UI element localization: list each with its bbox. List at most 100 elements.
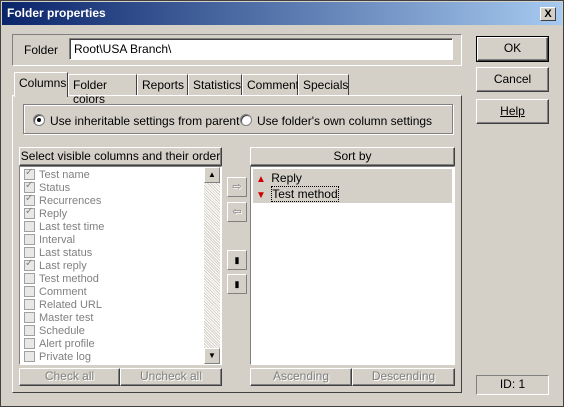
tab-specials[interactable]: Specials — [298, 74, 349, 95]
tab-specials-label: Specials — [303, 78, 349, 92]
sort-by-header: Sort by — [250, 147, 455, 166]
ascending-button: Ascending — [250, 368, 352, 386]
column-item[interactable]: Interval — [24, 234, 75, 247]
move-up-button[interactable]: ▮ — [227, 250, 247, 270]
column-item-label: Master test — [39, 312, 94, 324]
column-checkbox[interactable] — [24, 258, 35, 271]
ok-button-label: OK — [503, 41, 522, 55]
sort-ascending-icon: ▲ — [256, 174, 266, 185]
tab-reports-label: Reports — [142, 78, 185, 92]
folder-properties-dialog: Folder properties X Folder Root\USA Bran… — [0, 0, 564, 407]
column-item[interactable]: Last reply — [24, 258, 87, 273]
scroll-up-button[interactable]: ▲ — [204, 167, 220, 183]
arrow-left-icon: ⇦ — [232, 206, 242, 218]
column-checkbox[interactable] — [24, 286, 35, 297]
scroll-down-button[interactable]: ▼ — [204, 348, 220, 364]
tab-columns[interactable]: Columns — [14, 72, 68, 97]
inherit-settings-label[interactable]: Use inheritable settings from parent — [50, 114, 239, 128]
column-item-label: Recurrences — [39, 195, 102, 207]
uncheck-all-label: Uncheck all — [139, 369, 203, 383]
window-title: Folder properties — [7, 6, 106, 20]
tab-comment-label: Comment — [247, 78, 300, 92]
column-item-label: Interval — [39, 234, 76, 246]
check-all-label: Check all — [44, 369, 95, 383]
column-item-label: Last status — [39, 247, 93, 259]
column-item-label: Private log — [39, 351, 91, 363]
column-checkbox[interactable] — [24, 299, 35, 310]
column-checkbox[interactable] — [24, 338, 35, 349]
uncheck-all-button: Uncheck all — [120, 368, 222, 386]
ok-button[interactable]: OK — [476, 36, 549, 62]
visible-columns-header-label: Select visible columns and their order — [20, 149, 221, 163]
column-item[interactable]: Recurrences — [24, 193, 102, 208]
column-checkbox[interactable] — [24, 351, 35, 362]
column-checkbox[interactable] — [24, 273, 35, 284]
help-button[interactable]: Help — [476, 99, 549, 124]
column-item[interactable]: Private log — [24, 351, 91, 364]
help-button-label: Help — [500, 104, 525, 118]
column-item-label: Related URL — [39, 299, 102, 311]
column-checkbox[interactable] — [24, 221, 35, 232]
descending-label: Descending — [371, 369, 436, 383]
id-status-box: ID: 1 — [476, 375, 549, 395]
sort-item-test-method[interactable]: ▼ Test method — [256, 186, 339, 202]
column-checkbox[interactable] — [24, 167, 35, 180]
sort-by-list[interactable]: ▲ Reply ▼ Test method — [250, 166, 455, 365]
column-item-label: Test method — [39, 273, 99, 285]
remove-sort-button[interactable]: ⇦ — [227, 202, 247, 222]
column-item[interactable]: Test method — [24, 273, 99, 286]
tab-folder-colors[interactable]: Folder colors — [68, 74, 137, 106]
sort-item-test-method-label: Test method — [271, 186, 339, 202]
sort-item-reply[interactable]: ▲ Reply — [256, 171, 302, 185]
tab-statistics[interactable]: Statistics — [188, 74, 242, 95]
descending-button: Descending — [352, 368, 455, 386]
folder-label: Folder — [24, 43, 59, 57]
check-all-button: Check all — [19, 368, 120, 386]
tab-reports[interactable]: Reports — [137, 74, 188, 95]
list-scrollbar[interactable]: ▲ ▼ — [204, 167, 220, 364]
id-status-value: ID: 1 — [499, 377, 526, 391]
column-item[interactable]: Last status — [24, 247, 92, 260]
close-icon: X — [544, 8, 552, 20]
move-down-icon: ▮ — [234, 279, 240, 289]
column-item[interactable]: Reply — [24, 206, 67, 221]
column-checkbox[interactable] — [24, 206, 35, 219]
column-item-label: Test name — [39, 169, 90, 181]
tab-statistics-label: Statistics — [193, 78, 242, 92]
column-checkbox[interactable] — [24, 247, 35, 258]
column-checkbox[interactable] — [24, 234, 35, 245]
own-settings-label[interactable]: Use folder's own column settings — [257, 114, 432, 128]
scroll-down-icon: ▼ — [208, 351, 216, 360]
cancel-button[interactable]: Cancel — [476, 67, 549, 92]
inherit-settings-radio[interactable] — [33, 114, 45, 126]
column-item-label: Schedule — [39, 325, 85, 337]
visible-columns-list[interactable]: Test nameStatusRecurrencesReplyLast test… — [19, 166, 222, 365]
column-item[interactable]: Alert profile — [24, 338, 95, 351]
add-sort-button[interactable]: ⇨ — [227, 177, 247, 197]
move-down-button[interactable]: ▮ — [227, 274, 247, 294]
move-up-icon: ▮ — [234, 255, 240, 265]
column-item-label: Last test time — [39, 221, 105, 233]
title-bar[interactable]: Folder properties X — [2, 2, 562, 25]
column-item[interactable]: Comment — [24, 286, 87, 299]
close-button[interactable]: X — [540, 7, 556, 21]
column-item-label: Status — [39, 182, 71, 194]
column-item[interactable]: Related URL — [24, 299, 102, 312]
column-item[interactable]: Schedule — [24, 325, 85, 338]
scroll-up-icon: ▲ — [208, 170, 216, 179]
column-item-label: Alert profile — [39, 338, 95, 350]
column-checkbox[interactable] — [24, 193, 35, 206]
column-checkbox[interactable] — [24, 325, 35, 336]
sort-item-reply-label: Reply — [271, 171, 302, 185]
column-checkbox[interactable] — [24, 180, 35, 193]
column-item[interactable]: Test name — [24, 167, 90, 182]
column-checkbox[interactable] — [24, 312, 35, 323]
column-item-label: Comment — [39, 286, 87, 298]
column-item[interactable]: Master test — [24, 312, 93, 325]
own-settings-radio[interactable] — [240, 114, 252, 126]
folder-path-value: Root\USA Branch\ — [74, 42, 172, 56]
tab-comment[interactable]: Comment — [242, 74, 300, 95]
sort-by-header-label: Sort by — [333, 149, 372, 163]
folder-path-field[interactable]: Root\USA Branch\ — [69, 38, 453, 60]
column-item[interactable]: Last test time — [24, 221, 104, 234]
